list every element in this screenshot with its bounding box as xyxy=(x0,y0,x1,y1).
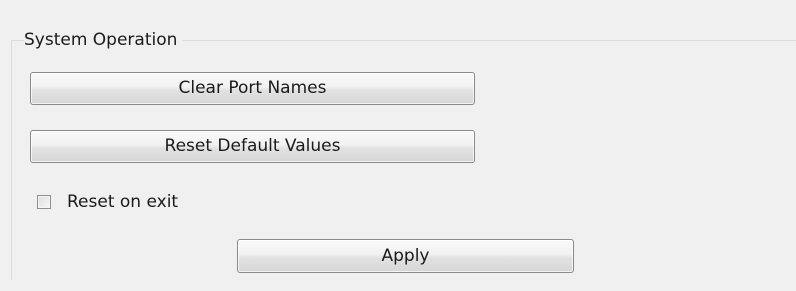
reset-on-exit-checkbox[interactable] xyxy=(37,195,51,209)
apply-button[interactable]: Apply xyxy=(237,239,574,273)
clear-port-names-button[interactable]: Clear Port Names xyxy=(30,72,475,105)
reset-default-values-button[interactable]: Reset Default Values xyxy=(30,130,475,163)
reset-on-exit-option[interactable]: Reset on exit xyxy=(37,191,178,213)
reset-on-exit-label[interactable]: Reset on exit xyxy=(67,191,178,213)
system-operation-panel: System Operation Clear Port Names Reset … xyxy=(0,0,796,291)
groupbox-title: System Operation xyxy=(24,29,184,51)
